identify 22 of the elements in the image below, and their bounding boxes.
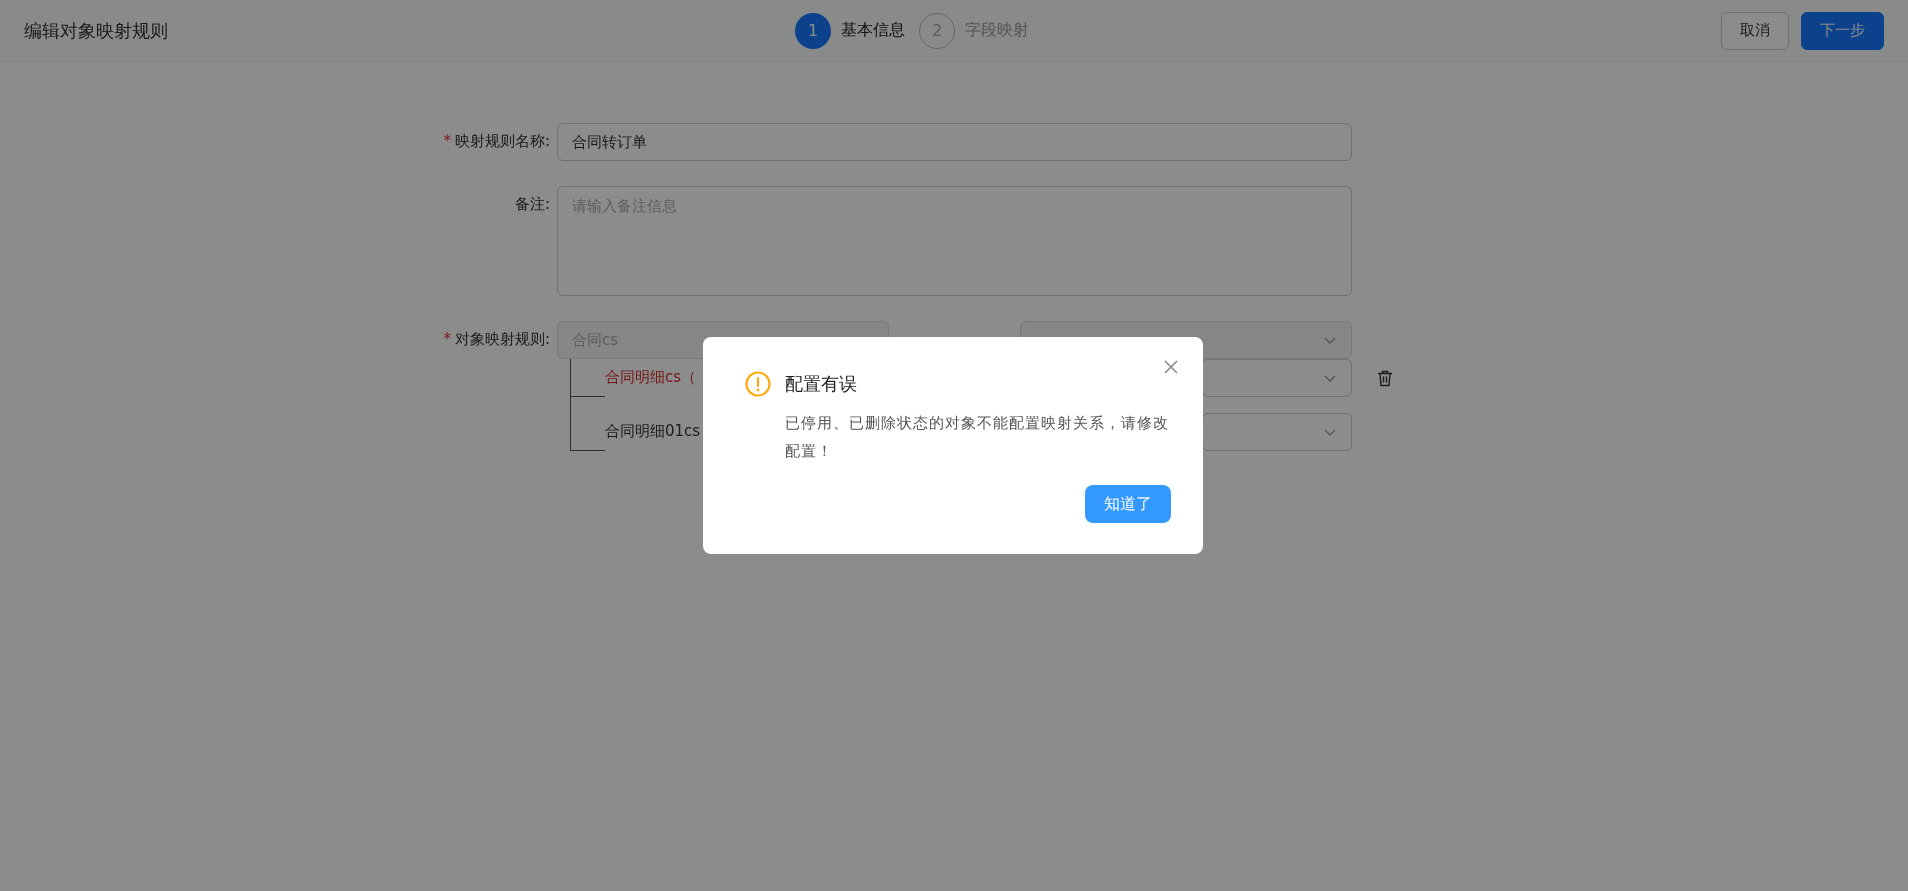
rule-name-field[interactable]: 合同转订单 — [557, 123, 1352, 161]
field-label: 对象映射规则: — [454, 330, 550, 348]
child-object-label: 合同明细cs（ — [605, 368, 697, 387]
field-label: 映射规则名称: — [454, 132, 550, 150]
cancel-button[interactable]: 取消 — [1721, 11, 1789, 50]
tree-connector — [570, 397, 605, 451]
dialog-message: 已停用、已删除状态的对象不能配置映射关系，请修改配置！ — [785, 413, 1170, 462]
required-mark: * — [443, 330, 451, 348]
warning-icon — [745, 371, 771, 397]
step-label: 基本信息 — [841, 20, 905, 41]
step-tab[interactable]: 1 基本信息 — [795, 12, 905, 49]
page-title: 编辑对象映射规则 — [24, 18, 169, 43]
close-icon[interactable] — [1163, 359, 1179, 375]
dialog-title: 配置有误 — [785, 372, 857, 396]
required-mark: * — [443, 132, 451, 150]
child-object-label: 合同明细01cs — [605, 422, 701, 441]
field-label: 备注: — [514, 195, 550, 213]
tree-connector — [570, 359, 605, 397]
next-button[interactable]: 下一步 — [1801, 11, 1884, 50]
confirm-button[interactable]: 知道了 — [1085, 485, 1171, 523]
trash-icon[interactable] — [1377, 369, 1393, 387]
step-number: 1 — [795, 12, 831, 49]
